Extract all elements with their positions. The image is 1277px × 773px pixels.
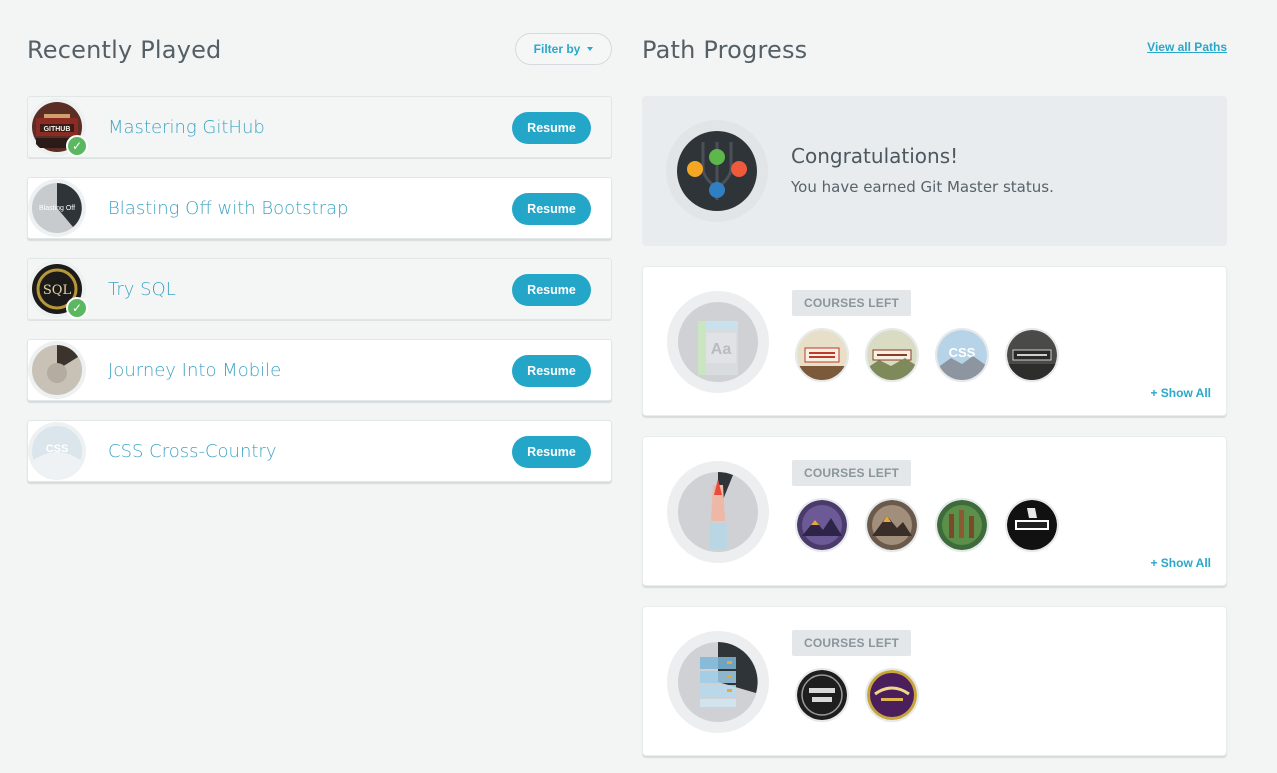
filter-by-label: Filter by — [533, 42, 581, 56]
show-all-link[interactable]: + Show All — [1150, 556, 1211, 570]
recently-played-header: Recently Played Filter by — [27, 32, 612, 72]
database-path-icon — [667, 631, 769, 733]
course-title[interactable]: Mastering GitHub — [108, 117, 265, 138]
blasting-off-badge-text: Blasting Off — [39, 205, 75, 212]
front-end-foundations-badge[interactable] — [797, 330, 847, 380]
resume-button[interactable]: Resume — [512, 112, 591, 144]
courses-left-label: COURSES LEFT — [792, 290, 912, 316]
blasting-off-bootstrap-badge: Blasting Off — [30, 181, 84, 235]
course-title[interactable]: CSS Cross-Country — [108, 441, 277, 462]
svg-text:Aa: Aa — [711, 341, 732, 358]
filter-by-button[interactable]: Filter by — [515, 33, 612, 65]
javascript-road-trip-3-badge[interactable] — [937, 500, 987, 550]
git-master-path-badge — [666, 120, 768, 222]
show-all-link[interactable]: + Show All — [1150, 386, 1211, 400]
completed-check-icon: ✓ — [66, 297, 88, 319]
course-list: GITHUB ✓ Mastering GitHub Resume Blastin… — [27, 96, 612, 482]
javascript-road-trip-2-badge[interactable] — [867, 500, 917, 550]
mastering-github-badge-text: GITHUB — [44, 126, 71, 133]
front-end-formations-badge[interactable] — [867, 330, 917, 380]
adventures-badge[interactable] — [1007, 330, 1057, 380]
resume-button[interactable]: Resume — [512, 355, 591, 387]
javascript-path-icon — [667, 461, 769, 563]
resume-button[interactable]: Resume — [512, 436, 591, 468]
resume-button[interactable]: Resume — [512, 274, 591, 306]
course-title[interactable]: Journey Into Mobile — [108, 360, 281, 381]
courses-left-badges — [797, 500, 1057, 550]
courses-left-badges — [797, 670, 917, 720]
html-css-path-icon: Aa — [667, 291, 769, 393]
path-progress-title: Path Progress — [642, 36, 808, 64]
course-row-try-sql[interactable]: SQL ✓ Try SQL Resume — [27, 258, 612, 320]
completed-check-icon: ✓ — [66, 135, 88, 157]
try-sql-badge-text: SQL — [43, 283, 72, 298]
congratulations-message: You have earned Git Master status. — [791, 178, 1054, 196]
course-row-blasting-off-with-bootstrap[interactable]: Blasting Off Blasting Off with Bootstrap… — [27, 177, 612, 239]
recently-played-section: Recently Played Filter by GITHUB ✓ Maste… — [27, 32, 612, 501]
caret-down-icon — [587, 47, 594, 51]
path-progress-section: Path Progress View all Paths Congratulat… — [642, 32, 1227, 756]
path-card-database: COURSES LEFT — [642, 606, 1227, 756]
courses-left-badges: CSS — [797, 330, 1057, 380]
view-all-paths-link[interactable]: View all Paths — [1147, 40, 1227, 54]
course-row-mastering-github[interactable]: GITHUB ✓ Mastering GitHub Resume — [27, 96, 612, 158]
resume-button[interactable]: Resume — [512, 193, 591, 225]
the-magical-mysteries-badge[interactable] — [867, 670, 917, 720]
path-card-html-css: Aa COURSES LEFT CSS + Show All — [642, 266, 1227, 416]
javascript-road-trip-1-badge[interactable] — [797, 500, 847, 550]
congratulations-heading: Congratulations! — [791, 144, 959, 168]
css-badge-text: CSS — [46, 443, 69, 455]
courses-left-label: COURSES LEFT — [792, 460, 912, 486]
javascript-best-practices-badge[interactable] — [1007, 500, 1057, 550]
the-sequel-to-sql-badge[interactable] — [797, 670, 847, 720]
courses-left-label: COURSES LEFT — [792, 630, 912, 656]
course-row-css-cross-country[interactable]: CSS CSS Cross-Country Resume — [27, 420, 612, 482]
course-row-journey-into-mobile[interactable]: Journey Into Mobile Resume — [27, 339, 612, 401]
congratulations-card: Congratulations! You have earned Git Mas… — [642, 96, 1227, 246]
css-cross-country-badge: CSS — [30, 424, 84, 478]
css-cross-country-badge[interactable]: CSS — [937, 330, 987, 380]
course-title[interactable]: Try SQL — [108, 279, 176, 300]
course-title[interactable]: Blasting Off with Bootstrap — [108, 198, 349, 219]
path-progress-header: Path Progress View all Paths — [642, 32, 1227, 72]
path-card-javascript: COURSES LEFT + Show All — [642, 436, 1227, 586]
journey-into-mobile-badge — [30, 343, 84, 397]
